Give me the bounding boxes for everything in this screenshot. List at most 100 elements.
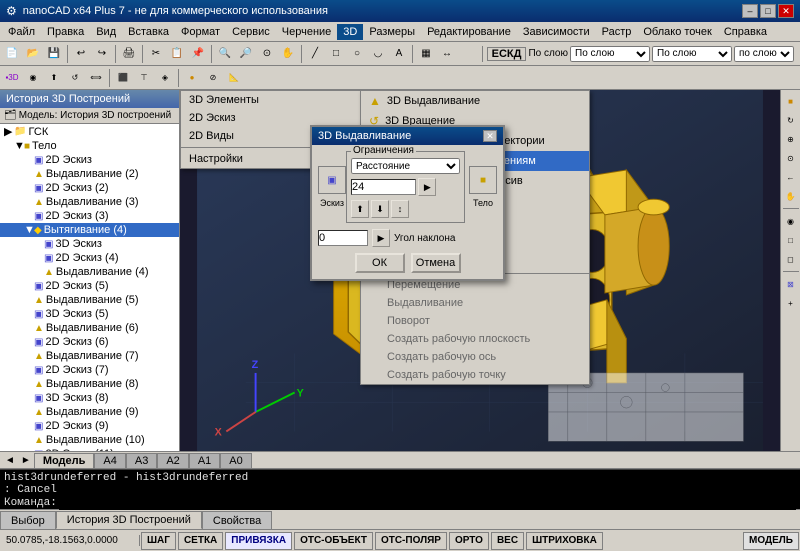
zoom-window-button[interactable]: ⊕ <box>782 130 800 148</box>
status-ots-obj-button[interactable]: ОТС-ОБЪЕКТ <box>294 532 373 550</box>
distance-input[interactable] <box>351 179 416 195</box>
angle-more-button[interactable]: ▶ <box>372 229 390 247</box>
command-input[interactable] <box>59 496 796 510</box>
zoom-fit-button[interactable]: ⊙ <box>782 149 800 167</box>
body-select-button[interactable]: ■ <box>469 166 497 194</box>
status-orto-button[interactable]: ОРТО <box>449 532 489 550</box>
orbit-button[interactable]: ↻ <box>782 111 800 129</box>
ok-button[interactable]: ОК <box>355 253 405 273</box>
redo-button[interactable]: ↪ <box>92 44 112 64</box>
tree-item[interactable]: ▲ Выдавливание (9) <box>0 405 179 419</box>
3d-rotate-button[interactable]: ↺ <box>65 68 85 88</box>
menu-insert[interactable]: Вставка <box>122 24 175 40</box>
tree-item[interactable]: ▲ Выдавливание (2) <box>0 167 179 181</box>
menu-raster[interactable]: Растр <box>596 24 638 40</box>
menu-edit2[interactable]: Редактирование <box>421 24 517 40</box>
menu-drawing[interactable]: Черчение <box>276 24 338 40</box>
menu-service[interactable]: Сервис <box>226 24 276 40</box>
cancel-button[interactable]: Отмена <box>411 253 461 273</box>
title-bar-controls[interactable]: – □ ✕ <box>742 4 794 18</box>
menu-format[interactable]: Формат <box>175 24 226 40</box>
tab-a1[interactable]: A1 <box>189 453 220 468</box>
hatch-button[interactable]: ▦ <box>416 44 436 64</box>
tree-item[interactable]: ▣ 2D Эскиз (2) <box>0 181 179 195</box>
tree-item[interactable]: ▲ Выдавливание (3) <box>0 195 179 209</box>
tab-properties[interactable]: Свойства <box>202 511 272 529</box>
3d-box-button[interactable]: ▪3D <box>2 68 22 88</box>
tree-item[interactable]: ▣ 2D Эскиз <box>0 153 179 167</box>
rect-button[interactable]: □ <box>326 44 346 64</box>
maximize-button[interactable]: □ <box>760 4 776 18</box>
nav-next-button[interactable]: ► <box>18 455 34 466</box>
submenu-item-workaxis[interactable]: Создать рабочую ось <box>361 348 589 366</box>
submenu-item-pull[interactable]: Выдавливание <box>361 294 589 312</box>
angle-input[interactable] <box>318 230 368 246</box>
hidden-button[interactable]: ◻ <box>782 250 800 268</box>
tree-item[interactable]: ▣ 3D Эскиз (8) <box>0 391 179 405</box>
tree-item[interactable]: ▣ 2D Эскиз (9) <box>0 419 179 433</box>
submenu-item-rotate[interactable]: Поворот <box>361 312 589 330</box>
tab-select[interactable]: Выбор <box>0 511 56 529</box>
layer-select1[interactable]: По слою <box>570 46 650 62</box>
sketch-select-button[interactable]: ▣ <box>318 166 346 194</box>
tree-item[interactable]: ▲ Выдавливание (10) <box>0 433 179 447</box>
tab-model[interactable]: Модель <box>34 453 95 468</box>
zoom-all-button[interactable]: ⊙ <box>257 44 277 64</box>
view-top-button[interactable]: ⊤ <box>134 68 154 88</box>
copy-button[interactable]: 📋 <box>167 44 187 64</box>
tree-item[interactable]: ▶ 📁 ГСК <box>0 124 179 139</box>
menu-pointcloud[interactable]: Облако точек <box>637 24 717 40</box>
open-button[interactable]: 📂 <box>23 44 43 64</box>
tree-item[interactable]: ▣ 2D Эскиз (11) <box>0 447 179 451</box>
render-button[interactable]: ● <box>182 68 202 88</box>
direction2-button[interactable]: ⬇ <box>371 200 389 218</box>
shade-button[interactable]: ◉ <box>782 212 800 230</box>
status-step-button[interactable]: ШАГ <box>141 532 176 550</box>
tree-item[interactable]: ▲ Выдавливание (5) <box>0 293 179 307</box>
menu-help[interactable]: Справка <box>718 24 773 40</box>
view-area[interactable]: Y Z X 3D Элементы ▶ 2D Эскиз <box>180 90 780 451</box>
tab-a4[interactable]: A4 <box>94 453 125 468</box>
tree-expand2[interactable]: ▼ <box>14 140 24 152</box>
nav-prev-button[interactable]: ◄ <box>2 455 18 466</box>
measure-button[interactable]: 📐 <box>224 68 244 88</box>
distance-more-button[interactable]: ▶ <box>418 178 436 196</box>
dialog-close-button[interactable]: ✕ <box>483 130 497 142</box>
tree-item[interactable]: ▲ Выдавливание (8) <box>0 377 179 391</box>
tree-item[interactable]: ▣ 2D Эскиз (7) <box>0 363 179 377</box>
paste-button[interactable]: 📌 <box>188 44 208 64</box>
tab-a2[interactable]: A2 <box>157 453 188 468</box>
section-button[interactable]: ⊘ <box>203 68 223 88</box>
undo-button[interactable]: ↩ <box>71 44 91 64</box>
submenu-item-workpoint[interactable]: Создать рабочую точку <box>361 366 589 384</box>
tree-expand[interactable]: ▶ <box>4 125 14 138</box>
line-button[interactable]: ╱ <box>305 44 325 64</box>
view-3d-button[interactable]: ■ <box>782 92 800 110</box>
circle-button[interactable]: ○ <box>347 44 367 64</box>
pan-right-button[interactable]: ✋ <box>782 187 800 205</box>
tree-item[interactable]: ▣ 2D Эскиз (6) <box>0 335 179 349</box>
status-grid-button[interactable]: СЕТКА <box>178 532 223 550</box>
tree-item[interactable]: ▲ Выдавливание (6) <box>0 321 179 335</box>
point-right-button[interactable]: + <box>782 294 800 312</box>
tree-item[interactable]: ▣ 2D Эскиз (3) <box>0 209 179 223</box>
workplane-right-button[interactable]: ⊠ <box>782 275 800 293</box>
wireframe-button[interactable]: □ <box>782 231 800 249</box>
tree-item[interactable]: ▼ ■ Тело <box>0 139 179 153</box>
zoom-prev-button[interactable]: ← <box>782 168 800 186</box>
zoom-in-button[interactable]: 🔍 <box>215 44 235 64</box>
tree-item-selected[interactable]: ▼ ◆ Вытягивание (4) <box>0 223 179 237</box>
pan-button[interactable]: ✋ <box>278 44 298 64</box>
text-button[interactable]: A <box>389 44 409 64</box>
submenu-item-workplane[interactable]: Создать рабочую плоскость <box>361 330 589 348</box>
status-ots-polar-button[interactable]: ОТС-ПОЛЯР <box>375 532 447 550</box>
menu-constraints[interactable]: Зависимости <box>517 24 596 40</box>
tree-item[interactable]: ▣ 3D Эскиз <box>0 237 179 251</box>
constraint-type-select[interactable]: Расстояние <box>351 158 460 174</box>
close-button[interactable]: ✕ <box>778 4 794 18</box>
menu-dimensions[interactable]: Размеры <box>363 24 421 40</box>
dropdown-item-3d-elements[interactable]: 3D Элементы ▶ <box>181 91 379 109</box>
3d-sphere-button[interactable]: ◉ <box>23 68 43 88</box>
submenu-item-extrude[interactable]: ▲ 3D Выдавливание <box>361 91 589 111</box>
menu-view[interactable]: Вид <box>90 24 122 40</box>
